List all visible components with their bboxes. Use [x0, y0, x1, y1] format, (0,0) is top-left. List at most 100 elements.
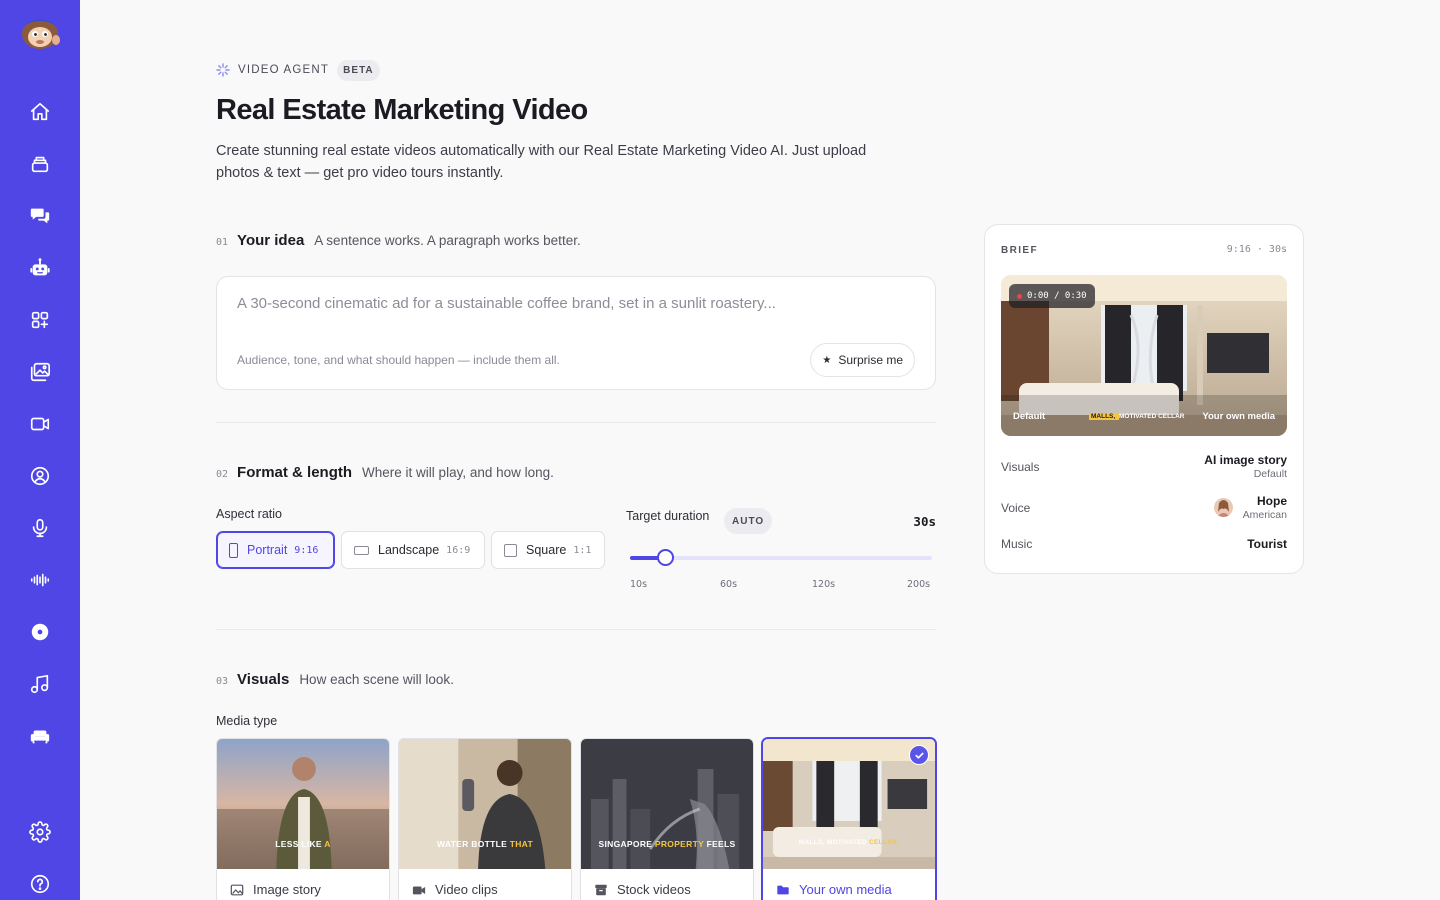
media-own-media-card[interactable]: MALLS, MOTIVATED CELLAR, Your own media: [762, 738, 936, 900]
thumbnail-caption: WATER BOTTLE THAT: [399, 839, 571, 849]
music-note-icon[interactable]: [20, 664, 60, 704]
layers-icon[interactable]: [20, 144, 60, 184]
section-title: Your idea: [237, 232, 305, 249]
section-subtitle: A sentence works. A paragraph works bett…: [314, 233, 581, 248]
thumbnail-caption: LESS LIKE A: [217, 839, 389, 849]
media-type-label: Video clips: [412, 882, 498, 897]
sidebar: [0, 0, 80, 900]
duration-slider[interactable]: [630, 549, 932, 566]
brief-visuals-row: Visuals AI image story Default: [1001, 453, 1287, 480]
brief-key: Music: [1001, 537, 1033, 551]
format-section-header: 02 Format & length Where it will play, a…: [216, 464, 554, 481]
brief-value: Hope American: [1243, 494, 1287, 521]
microphone-icon[interactable]: [20, 508, 60, 548]
page-eyebrow: VIDEO AGENT BETA: [216, 59, 380, 81]
section-number: 02: [216, 469, 229, 480]
surprise-me-button[interactable]: ★ Surprise me: [810, 343, 915, 377]
voice-avatar: [1213, 498, 1233, 517]
media-image-story-card[interactable]: LESS LIKE A Image story: [216, 738, 390, 900]
idea-hint: Audience, tone, and what should happen —…: [237, 353, 560, 367]
caption-text: WATER BOTTLE: [437, 839, 510, 849]
brief-voice-row: Voice Hope American: [1001, 494, 1287, 521]
duration-tick: 10s: [630, 579, 648, 590]
archive-box-icon: [595, 884, 607, 895]
selected-check-icon: [909, 745, 929, 765]
section-number: 03: [216, 676, 229, 687]
sofa-icon[interactable]: [20, 716, 60, 756]
section-divider: [216, 422, 936, 423]
visuals-sub: Default: [1253, 468, 1287, 480]
home-icon[interactable]: [20, 92, 60, 132]
duration-slider-thumb[interactable]: [657, 549, 675, 566]
visuals-section-header: 03 Visuals How each scene will look.: [216, 671, 454, 688]
video-caption-right: Your own media: [1202, 411, 1275, 422]
aspect-portrait-button[interactable]: Portrait 9:16: [216, 531, 335, 569]
duration-value: 30s: [913, 514, 936, 529]
beta-badge: BETA: [337, 59, 380, 81]
media-type-label: Stock videos: [594, 882, 691, 897]
aspect-option-label: Landscape: [378, 543, 440, 557]
idea-input[interactable]: [237, 295, 907, 312]
portrait-shape-icon: [229, 542, 238, 558]
robot-icon[interactable]: [20, 248, 60, 288]
help-circle-icon[interactable]: [20, 864, 60, 900]
aspect-ratio-label: Aspect ratio: [216, 507, 283, 521]
section-subtitle: Where it will play, and how long.: [362, 465, 554, 480]
caption-highlight: MALLS,: [1089, 413, 1119, 420]
video-clips-thumbnail: [399, 739, 571, 869]
caption-text: LESS LIKE: [275, 839, 325, 849]
caption-highlight: A: [324, 839, 331, 849]
media-type-label: Media type: [216, 714, 278, 728]
media-stock-videos-card[interactable]: SINGAPORE PROPERTY FEELS Stock videos: [580, 738, 754, 900]
voice-value: Hope: [1257, 494, 1287, 508]
recording-dot-icon: [1017, 293, 1022, 299]
section-subtitle: How each scene will look.: [299, 672, 454, 687]
brief-card: BRIEF 9:16 · 30s 0:00 / 0:30 Default MAL…: [984, 224, 1304, 574]
audio-wave-icon[interactable]: [20, 560, 60, 600]
voice-sub: American: [1242, 509, 1287, 521]
aspect-landscape-button[interactable]: Landscape 16:9: [341, 531, 485, 569]
disc-icon[interactable]: [20, 612, 60, 652]
idea-section-header: 01 Your idea A sentence works. A paragra…: [216, 232, 581, 249]
brief-value: AI image story Default: [1204, 453, 1287, 480]
media-type-label: Image story: [230, 882, 321, 897]
video-caption-mid: MALLS, MOTIVATED CELLAR: [1089, 413, 1184, 420]
apps-grid-icon[interactable]: [20, 300, 60, 340]
eyebrow-label: VIDEO AGENT: [238, 64, 330, 76]
stock-videos-thumbnail: [581, 739, 753, 869]
caption-highlight: PROPERTY: [654, 839, 704, 849]
video-camera-icon[interactable]: [20, 404, 60, 444]
brief-music-row: Music Tourist: [1001, 537, 1287, 551]
section-title: Visuals: [237, 671, 290, 688]
caption-text: SINGAPORE: [598, 839, 655, 849]
section-title: Format & length: [237, 464, 353, 481]
media-type-name: Video clips: [435, 882, 498, 897]
gear-icon[interactable]: [20, 812, 60, 852]
folder-icon: [777, 885, 789, 894]
target-duration-label: Target duration: [626, 509, 710, 523]
auto-duration-toggle[interactable]: AUTO: [724, 508, 773, 534]
media-type-name: Your own media: [799, 882, 892, 897]
caption-highlight: THAT: [509, 839, 533, 849]
music-value: Tourist: [1247, 537, 1287, 551]
image-gallery-icon[interactable]: [20, 352, 60, 392]
brief-video-preview[interactable]: 0:00 / 0:30 Default MALLS, MOTIVATED CEL…: [1001, 275, 1287, 436]
idea-box: Audience, tone, and what should happen —…: [216, 276, 936, 390]
aspect-square-button[interactable]: Square 1:1: [491, 531, 605, 569]
page-description: Create stunning real estate videos autom…: [216, 143, 867, 181]
caption-highlight: CELLAR,: [868, 839, 900, 846]
monkey-logo-icon[interactable]: [18, 12, 62, 52]
user-circle-icon[interactable]: [20, 456, 60, 496]
brief-key: Voice: [1001, 501, 1031, 515]
star-icon: ★: [822, 354, 832, 366]
landscape-shape-icon: [354, 545, 369, 555]
chat-bubbles-icon[interactable]: [20, 196, 60, 236]
media-type-name: Stock videos: [617, 882, 691, 897]
section-divider: [216, 629, 936, 630]
media-video-clips-card[interactable]: WATER BOTTLE THAT Video clips: [398, 738, 572, 900]
caption-text: MOTIVATED CELLAR: [1119, 413, 1185, 420]
aspect-option-ratio: 16:9: [446, 544, 471, 556]
image-icon: [230, 884, 244, 895]
caption-text: FEELS: [703, 839, 736, 849]
aspect-option-label: Square: [526, 543, 567, 557]
